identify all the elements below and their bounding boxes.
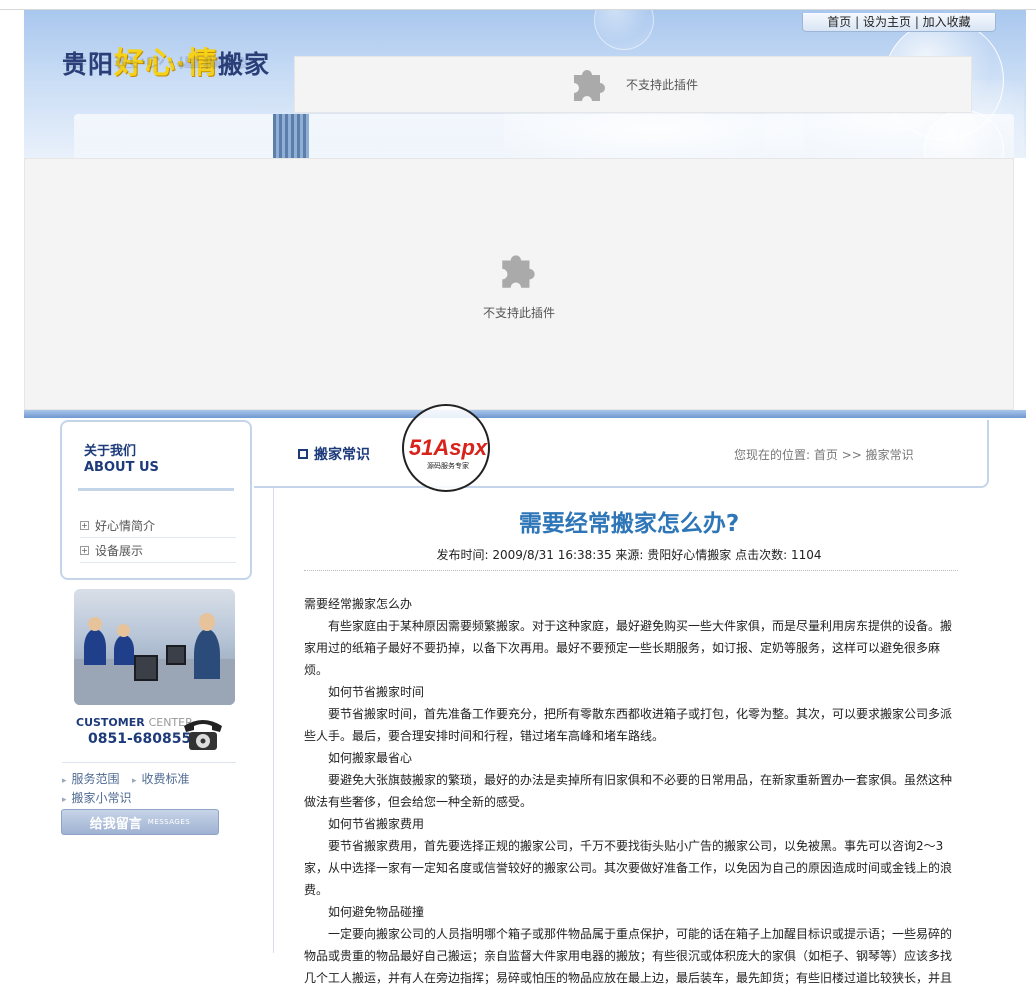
banner-bubble	[594, 10, 654, 50]
article-paragraph: 如何节省搬家费用	[304, 817, 425, 831]
section-title: 搬家常识	[298, 444, 370, 464]
leave-message-button[interactable]: 给我留言 MESSAGES	[61, 809, 219, 835]
article-body: 需要经常搬家怎么办 有些家庭由于某种原因需要频繁搬家。对于这种家庭，最好避免购买…	[304, 593, 960, 989]
sidebar-item-label: 好心情简介	[95, 519, 156, 533]
plus-icon: +	[80, 521, 89, 530]
photo-head	[117, 624, 130, 637]
plugin-placeholder-banner: 不支持此插件	[294, 56, 972, 113]
customer-center-label: CUSTOMER CENTER	[76, 716, 193, 729]
plugin-placeholder-flash: 不支持此插件	[24, 158, 1014, 410]
photo-person	[114, 635, 134, 665]
fees-link[interactable]: 收费标准	[132, 770, 190, 787]
breadcrumb-separator: >>	[841, 448, 862, 462]
photo-person	[84, 629, 106, 665]
article-paragraph: 如何节省搬家时间	[304, 685, 425, 699]
about-divider	[78, 488, 234, 491]
breadcrumb-prefix: 您现在的位置:	[734, 448, 811, 462]
customer-service-photo	[74, 589, 235, 705]
message-button-en: MESSAGES	[147, 818, 191, 826]
sidebar-item-intro[interactable]: + 好心情简介	[80, 514, 236, 538]
photo-monitor	[134, 655, 158, 681]
article-paragraph: 如何避免物品碰撞	[304, 905, 425, 919]
article-paragraph: 如何搬家最省心	[304, 751, 413, 765]
sidebar-divider	[62, 762, 236, 763]
article-paragraph: 一定要向搬家公司的人员指明哪个箱子或那件物品属于重点保护，可能的话在箱子上加醒目…	[304, 927, 953, 985]
header-bottom-bar	[24, 410, 1026, 418]
customer-label: CUSTOMER	[76, 716, 145, 729]
message-button-label: 给我留言	[89, 816, 142, 832]
about-title-en: ABOUT US	[84, 460, 159, 475]
sidebar-item-equipment[interactable]: + 设备展示	[80, 539, 236, 563]
article-paragraph: 要节省搬家费用，首先要选择正规的搬家公司，千万不要找街头贴小广告的搬家公司，以免…	[304, 839, 953, 897]
article-paragraph: 有些家庭由于某种原因需要频繁搬家。对于这种家庭，最好避免购买一些大件家俱，而是尽…	[304, 619, 953, 677]
breadcrumb-home-link[interactable]: 首页	[814, 448, 838, 462]
article-paragraph: 需要经常搬家怎么办	[304, 597, 413, 611]
section-title-text: 搬家常识	[314, 447, 370, 463]
plus-icon: +	[80, 546, 89, 555]
watermark-text: 51Aspx	[409, 435, 488, 460]
plugin-message: 不支持此插件	[625, 78, 698, 92]
article-paragraph: 要节省搬家时间，首先准备工作要充分，把所有零散东西都收进箱子或打包，化零为整。其…	[304, 707, 953, 743]
article-divider	[304, 570, 958, 571]
sidebar-item-label: 设备展示	[95, 544, 144, 558]
top-links: 首页 | 设为主页 | 加入收藏	[802, 13, 996, 32]
about-us-box: 关于我们 ABOUT US + 好心情简介 + 设备展示	[60, 420, 252, 580]
photo-monitor	[166, 645, 186, 665]
plugin-message: 不支持此插件	[482, 305, 555, 320]
content-left-border	[273, 488, 274, 953]
breadcrumb: 您现在的位置: 首页 >> 搬家常识	[734, 446, 914, 463]
home-link[interactable]: 首页	[827, 15, 851, 29]
telephone-icon	[184, 720, 222, 750]
logo-reflection-text: 好心·情	[114, 55, 203, 70]
puzzle-icon	[573, 69, 605, 101]
about-title-cn: 关于我们	[84, 444, 137, 459]
logo-reflection-text: 贵阳	[62, 55, 115, 70]
square-icon	[298, 449, 308, 459]
puzzle-icon	[502, 254, 535, 288]
article-paragraph: 要避免大张旗鼓搬家的繁琐，最好的办法是卖掉所有旧家俱和不必要的日常用品，在新家重…	[304, 773, 953, 809]
set-homepage-link[interactable]: 设为主页	[863, 15, 911, 29]
window-top-edge	[0, 0, 1036, 10]
breadcrumb-current-link[interactable]: 搬家常识	[866, 448, 914, 462]
banner-building	[273, 114, 309, 158]
moving-tips-link[interactable]: 搬家小常识	[62, 789, 132, 806]
article-title: 需要经常搬家怎么办?	[518, 511, 740, 537]
logo-reflection-text: 搬家	[202, 55, 255, 70]
logo-reflection: 贵阳好心·情搬家	[62, 54, 255, 72]
photo-head	[88, 617, 102, 631]
photo-head	[199, 613, 215, 631]
add-favorite-link[interactable]: 加入收藏	[923, 15, 971, 29]
watermark-logo: 51Aspx 源码服务专家	[402, 404, 490, 492]
service-scope-link[interactable]: 服务范围	[62, 770, 120, 787]
photo-person	[194, 629, 220, 679]
article-meta: 发布时间: 2009/8/31 16:38:35 来源: 贵阳好心情搬家 点击次…	[436, 548, 822, 562]
watermark-subtext: 源码服务专家	[427, 461, 469, 470]
